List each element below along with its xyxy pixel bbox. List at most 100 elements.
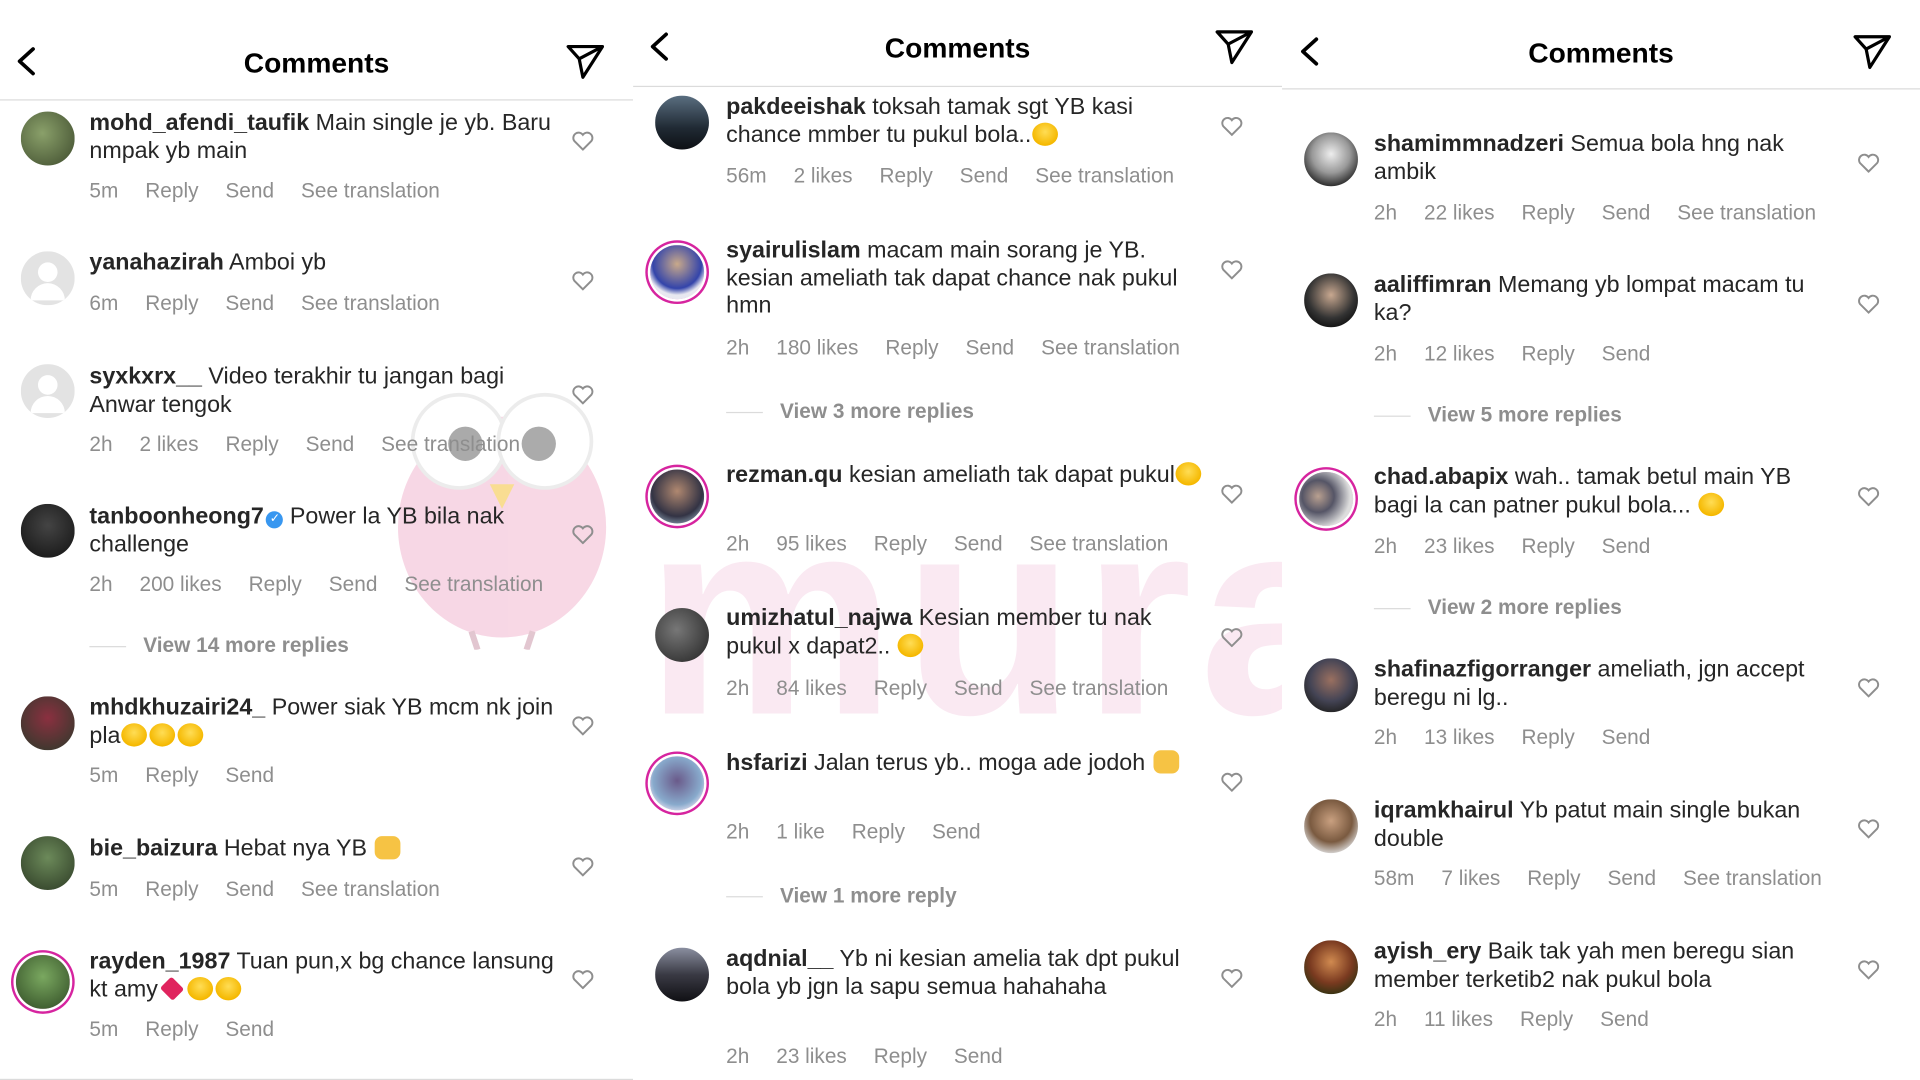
reply-button[interactable]: Reply — [874, 1044, 927, 1067]
avatar[interactable] — [1304, 132, 1358, 187]
heart-icon[interactable] — [572, 716, 594, 736]
reply-button[interactable]: Reply — [1522, 726, 1575, 749]
heart-icon[interactable] — [1858, 960, 1880, 980]
avatar[interactable] — [1299, 471, 1354, 526]
see-translation-link[interactable]: See translation — [1677, 201, 1816, 224]
send-link[interactable]: Send — [225, 1017, 274, 1040]
like-count[interactable]: 7 likes — [1441, 867, 1500, 890]
reply-button[interactable]: Reply — [1527, 867, 1580, 890]
heart-icon[interactable] — [572, 385, 594, 405]
avatar[interactable] — [20, 836, 75, 891]
view-more-replies[interactable]: View 5 more replies — [1373, 403, 1622, 428]
heart-icon[interactable] — [1858, 819, 1880, 839]
comment-username[interactable]: shamimmnadzeri — [1374, 131, 1564, 157]
like-count[interactable]: 1 like — [776, 820, 825, 843]
reply-button[interactable]: Reply — [1522, 342, 1575, 365]
send-link[interactable]: Send — [960, 164, 1009, 187]
comment-username[interactable]: pakdeeishak — [726, 94, 866, 120]
heart-icon[interactable] — [1858, 294, 1880, 314]
heart-icon[interactable] — [572, 525, 594, 545]
send-icon[interactable] — [564, 42, 606, 81]
heart-icon[interactable] — [572, 131, 594, 151]
comment-username[interactable]: shafinazfigorranger — [1374, 657, 1591, 683]
send-link[interactable]: Send — [225, 292, 274, 315]
comment-username[interactable]: hsfarizi — [726, 750, 807, 776]
like-count[interactable]: 23 likes — [1424, 534, 1495, 557]
avatar[interactable] — [1304, 273, 1358, 328]
reply-button[interactable]: Reply — [145, 878, 198, 901]
avatar[interactable] — [20, 503, 75, 558]
like-count[interactable]: 13 likes — [1424, 726, 1495, 749]
like-count[interactable]: 23 likes — [776, 1044, 847, 1067]
send-link[interactable]: Send — [225, 764, 274, 787]
comment-username[interactable]: bie_baizura — [89, 836, 217, 862]
send-link[interactable]: Send — [1602, 201, 1651, 224]
heart-icon[interactable] — [572, 857, 594, 877]
avatar[interactable] — [20, 364, 75, 419]
heart-icon[interactable] — [1858, 678, 1880, 698]
reply-button[interactable]: Reply — [874, 677, 927, 700]
comment-username[interactable]: mohd_afendi_taufik — [89, 110, 309, 136]
comment-username[interactable]: syxkxrx__ — [89, 364, 202, 390]
see-translation-link[interactable]: See translation — [1029, 532, 1168, 555]
see-translation-link[interactable]: See translation — [1041, 336, 1180, 359]
send-link[interactable]: Send — [225, 179, 274, 202]
send-link[interactable]: Send — [1602, 534, 1651, 557]
send-link[interactable]: Send — [225, 878, 274, 901]
comment-username[interactable]: chad.abapix — [1374, 465, 1508, 491]
reply-button[interactable]: Reply — [145, 764, 198, 787]
reply-button[interactable]: Reply — [852, 820, 905, 843]
reply-button[interactable]: Reply — [145, 1017, 198, 1040]
comment-username[interactable]: yanahazirah — [89, 250, 223, 276]
avatar[interactable] — [1304, 799, 1358, 854]
reply-button[interactable]: Reply — [880, 164, 933, 187]
avatar[interactable] — [20, 696, 75, 751]
comment-username[interactable]: aqdnial__ — [726, 946, 833, 972]
reply-button[interactable]: Reply — [225, 433, 278, 456]
see-translation-link[interactable]: See translation — [1683, 867, 1822, 890]
like-count[interactable]: 22 likes — [1424, 201, 1495, 224]
send-link[interactable]: Send — [1602, 726, 1651, 749]
send-icon[interactable] — [1213, 27, 1255, 66]
avatar[interactable] — [655, 95, 709, 150]
reply-button[interactable]: Reply — [1522, 534, 1575, 557]
send-link[interactable]: Send — [1600, 1008, 1649, 1031]
heart-icon[interactable] — [1221, 116, 1243, 137]
comment-username[interactable]: aaliffimran — [1374, 272, 1492, 298]
view-more-replies-label[interactable]: View 3 more replies — [780, 400, 974, 423]
avatar[interactable] — [20, 111, 75, 166]
like-count[interactable]: 200 likes — [139, 572, 221, 595]
reply-button[interactable]: Reply — [885, 336, 938, 359]
see-translation-link[interactable]: See translation — [301, 878, 440, 901]
reply-button[interactable]: Reply — [249, 572, 302, 595]
avatar[interactable] — [20, 251, 75, 306]
view-more-replies[interactable]: View 1 more reply — [726, 884, 957, 909]
see-translation-link[interactable]: See translation — [404, 572, 543, 595]
heart-icon[interactable] — [572, 271, 594, 291]
view-more-replies[interactable]: View 3 more replies — [726, 400, 974, 425]
like-count[interactable]: 2 likes — [139, 433, 198, 456]
avatar[interactable] — [655, 608, 709, 662]
comment-username[interactable]: syairulislam — [726, 238, 861, 264]
send-icon[interactable] — [1851, 32, 1893, 71]
reply-button[interactable]: Reply — [145, 292, 198, 315]
send-link[interactable]: Send — [1607, 867, 1656, 890]
see-translation-link[interactable]: See translation — [1029, 677, 1168, 700]
like-count[interactable]: 12 likes — [1424, 342, 1495, 365]
send-link[interactable]: Send — [329, 572, 378, 595]
heart-icon[interactable] — [1858, 153, 1880, 173]
see-translation-link[interactable]: See translation — [1035, 164, 1174, 187]
heart-icon[interactable] — [1858, 487, 1880, 507]
send-link[interactable]: Send — [306, 433, 355, 456]
avatar[interactable] — [650, 245, 705, 300]
send-link[interactable]: Send — [954, 1044, 1003, 1067]
avatar[interactable] — [1304, 658, 1358, 713]
heart-icon[interactable] — [1221, 772, 1243, 792]
heart-icon[interactable] — [572, 970, 594, 990]
view-more-replies[interactable]: View 2 more replies — [1373, 596, 1622, 621]
see-translation-link[interactable]: See translation — [301, 292, 440, 315]
see-translation-link[interactable]: See translation — [301, 179, 440, 202]
view-more-replies-label[interactable]: View 1 more reply — [780, 884, 957, 907]
reply-button[interactable]: Reply — [874, 532, 927, 555]
comment-username[interactable]: tanboonheong7 — [89, 504, 263, 530]
